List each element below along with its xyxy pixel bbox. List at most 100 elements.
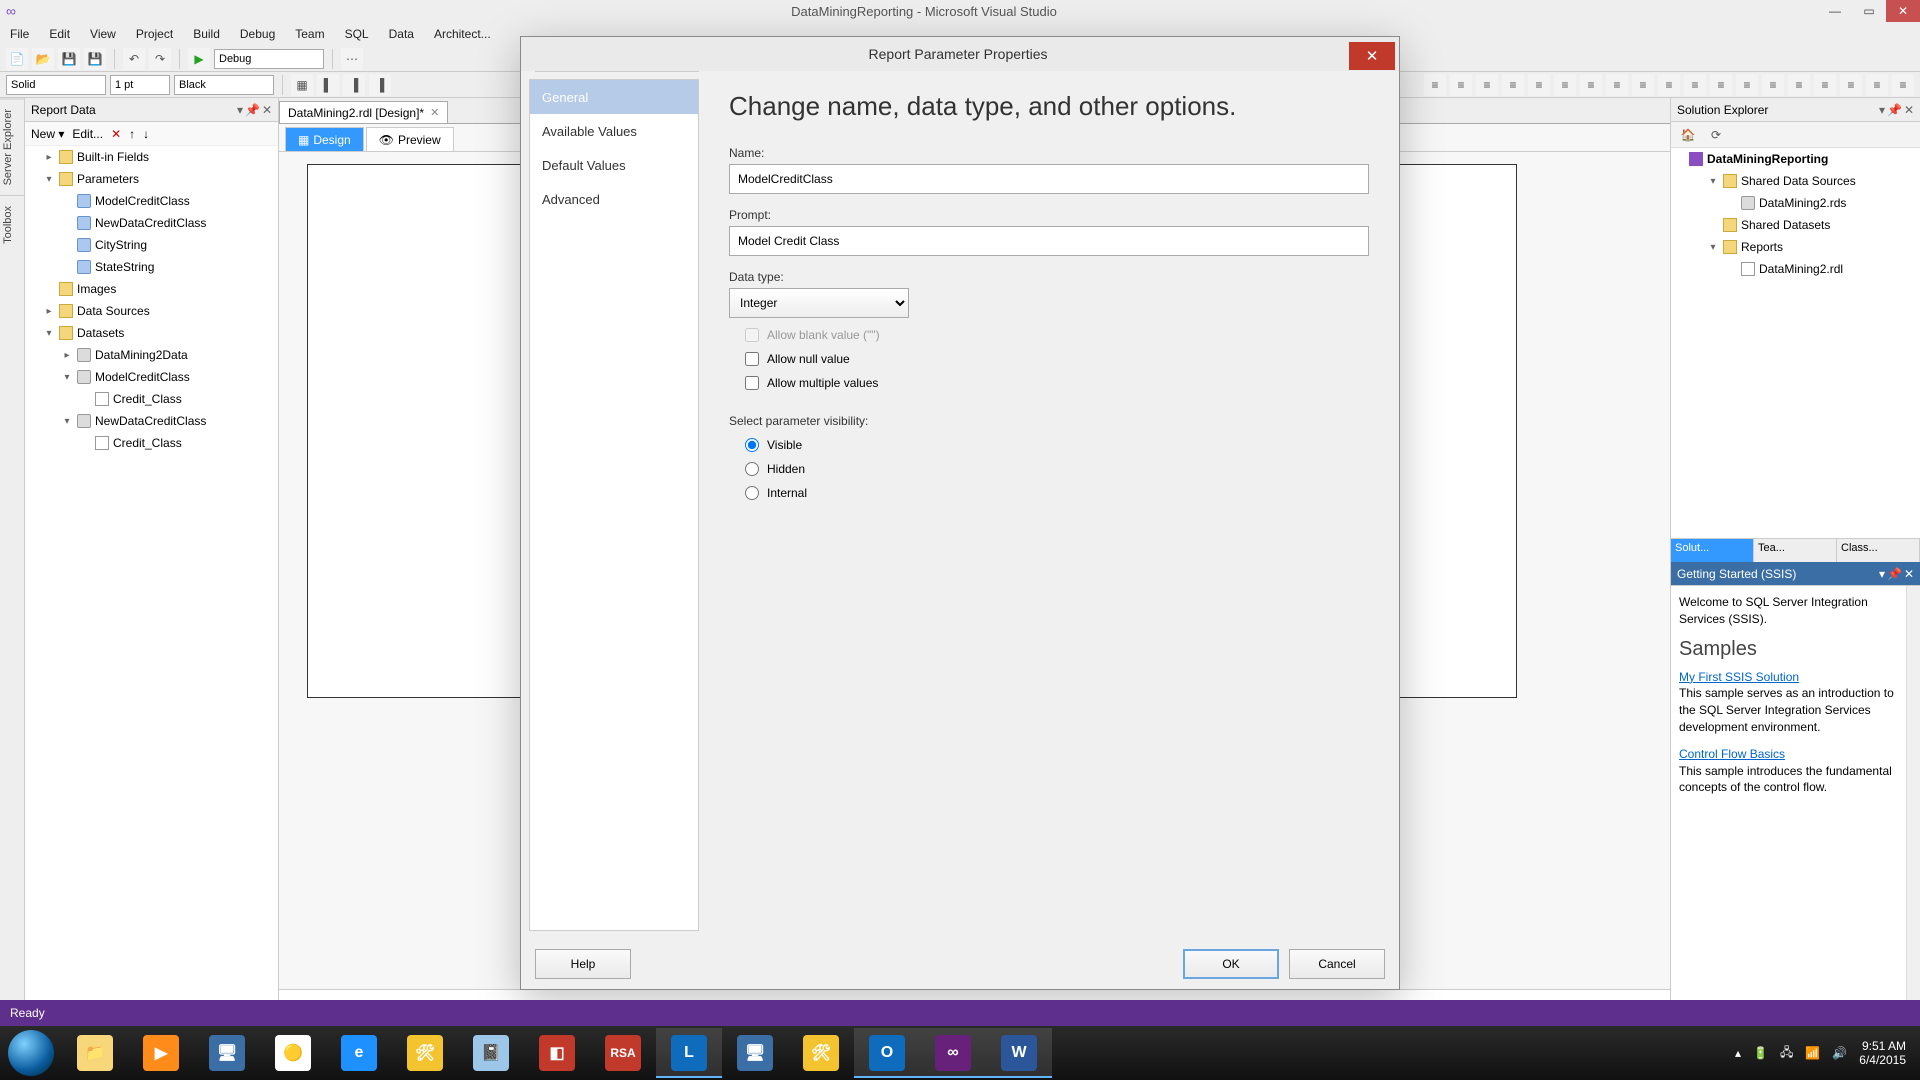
nav-available-values[interactable]: Available Values <box>530 114 698 148</box>
taskbar-media-player[interactable]: ▶ <box>128 1028 194 1078</box>
dataset-datamining2data[interactable]: DataMining2Data <box>25 344 278 366</box>
visibility-internal[interactable]: Internal <box>729 486 1369 500</box>
taskbar-ie[interactable]: e <box>326 1028 392 1078</box>
solution-explorer-header[interactable]: Solution Explorer ▾ 📌 ✕ <box>1671 98 1920 122</box>
taskbar-notepad[interactable]: 📓 <box>458 1028 524 1078</box>
layout-align-icon[interactable]: ≡ <box>1788 74 1810 96</box>
window-minimize-button[interactable]: — <box>1818 0 1852 22</box>
nav-advanced[interactable]: Advanced <box>530 182 698 216</box>
dropdown-icon[interactable]: ▾ <box>237 103 243 117</box>
border-icon[interactable]: ▦ <box>291 74 313 96</box>
menu-architect[interactable]: Architect... <box>424 27 501 41</box>
layout-align-icon[interactable]: ≡ <box>1710 74 1732 96</box>
layout-align-icon[interactable]: ≡ <box>1814 74 1836 96</box>
images-node[interactable]: Images <box>25 278 278 300</box>
new-project-icon[interactable]: 📄 <box>6 48 28 70</box>
solution-home-icon[interactable]: 🏠 <box>1677 124 1699 146</box>
layout-align-icon[interactable]: ≡ <box>1606 74 1628 96</box>
menu-edit[interactable]: Edit <box>39 27 80 41</box>
move-down-icon[interactable]: ↓ <box>143 127 149 141</box>
shared-data-sources-node[interactable]: Shared Data Sources <box>1671 170 1920 192</box>
taskbar-lync[interactable]: L <box>656 1028 722 1078</box>
dataset-newdatacreditclass[interactable]: NewDataCreditClass <box>25 410 278 432</box>
data-sources-node[interactable]: Data Sources <box>25 300 278 322</box>
visibility-hidden[interactable]: Hidden <box>729 462 1369 476</box>
menu-view[interactable]: View <box>80 27 126 41</box>
report-datamining2[interactable]: DataMining2.rdl <box>1671 258 1920 280</box>
move-up-icon[interactable]: ↑ <box>129 127 135 141</box>
allow-multiple-check[interactable]: Allow multiple values <box>729 376 1369 390</box>
edit-button[interactable]: Edit... <box>72 127 103 141</box>
layout-align-icon[interactable]: ≡ <box>1684 74 1706 96</box>
border-style-combo[interactable]: Solid <box>6 75 106 95</box>
delete-icon[interactable]: ✕ <box>111 127 121 141</box>
name-input[interactable] <box>729 164 1369 194</box>
taskbar-explorer[interactable]: 📁 <box>62 1028 128 1078</box>
layout-align-icon[interactable]: ≡ <box>1554 74 1576 96</box>
server-explorer-tab[interactable]: Server Explorer <box>0 98 24 195</box>
align-center-icon[interactable]: ▐ <box>343 74 365 96</box>
dataset-model-credit-class-col[interactable]: Credit_Class <box>25 388 278 410</box>
taskbar-mstsc2[interactable]: 🖥 <box>722 1028 788 1078</box>
design-tab[interactable]: ▦Design <box>285 127 364 151</box>
dataset-modelcreditclass[interactable]: ModelCreditClass <box>25 366 278 388</box>
layout-align-icon[interactable]: ≡ <box>1762 74 1784 96</box>
tray-chevron-icon[interactable]: ▴ <box>1735 1046 1741 1060</box>
layout-align-icon[interactable]: ≡ <box>1840 74 1862 96</box>
allow-null-check[interactable]: Allow null value <box>729 352 1369 366</box>
layout-align-icon[interactable]: ≡ <box>1866 74 1888 96</box>
tray-wifi-icon[interactable]: 📶 <box>1805 1046 1820 1060</box>
layout-align-icon[interactable]: ≡ <box>1476 74 1498 96</box>
layout-align-icon[interactable]: ≡ <box>1892 74 1914 96</box>
toolbar-misc-icon[interactable]: ⋯ <box>341 48 363 70</box>
close-tab-icon[interactable]: ✕ <box>430 106 439 119</box>
border-width-combo[interactable]: 1 pt <box>110 75 170 95</box>
close-icon[interactable]: ✕ <box>262 103 272 117</box>
param-citystring[interactable]: CityString <box>25 234 278 256</box>
dataset-newdata-credit-class-col[interactable]: Credit_Class <box>25 432 278 454</box>
layout-align-icon[interactable]: ≡ <box>1424 74 1446 96</box>
layout-align-icon[interactable]: ≡ <box>1632 74 1654 96</box>
help-button[interactable]: Help <box>535 949 631 979</box>
nav-general[interactable]: General <box>530 80 698 114</box>
menu-file[interactable]: File <box>0 27 39 41</box>
menu-data[interactable]: Data <box>379 27 424 41</box>
taskbar-ssms[interactable]: 🛠 <box>392 1028 458 1078</box>
dialog-close-button[interactable]: ✕ <box>1349 42 1395 70</box>
tray-network-icon[interactable]: 🖧 <box>1780 1043 1793 1064</box>
mini-tab-solution[interactable]: Solut... <box>1671 539 1754 562</box>
reports-node[interactable]: Reports <box>1671 236 1920 258</box>
cancel-button[interactable]: Cancel <box>1289 949 1385 979</box>
pin-icon[interactable]: 📌 <box>245 103 260 117</box>
ok-button[interactable]: OK <box>1183 949 1279 979</box>
dropdown-icon[interactable]: ▾ <box>1879 103 1885 117</box>
redo-icon[interactable]: ↷ <box>149 48 171 70</box>
datatype-select[interactable]: Integer <box>729 288 909 318</box>
pin-icon[interactable]: 📌 <box>1887 103 1902 117</box>
mini-tab-team[interactable]: Tea... <box>1754 539 1837 562</box>
menu-team[interactable]: Team <box>285 27 334 41</box>
taskbar-rsa[interactable]: RSA <box>590 1028 656 1078</box>
close-icon[interactable]: ✕ <box>1904 103 1914 117</box>
prompt-input[interactable] <box>729 226 1369 256</box>
config-combo[interactable]: Debug <box>214 49 324 69</box>
undo-icon[interactable]: ↶ <box>123 48 145 70</box>
gs-link-control-flow[interactable]: Control Flow Basics <box>1679 747 1785 761</box>
taskbar-visual-studio[interactable]: ∞ <box>920 1028 986 1078</box>
border-color-combo[interactable]: Black <box>174 75 274 95</box>
taskbar-outlook[interactable]: O <box>854 1028 920 1078</box>
datasets-node[interactable]: Datasets <box>25 322 278 344</box>
taskbar-mstsc[interactable]: 🖥 <box>194 1028 260 1078</box>
scrollbar[interactable] <box>1906 586 1920 1023</box>
gs-link-first-ssis[interactable]: My First SSIS Solution <box>1679 670 1799 684</box>
visibility-visible[interactable]: Visible <box>729 438 1369 452</box>
taskbar-ssms2[interactable]: 🛠 <box>788 1028 854 1078</box>
layout-align-icon[interactable]: ≡ <box>1736 74 1758 96</box>
new-button[interactable]: New ▾ <box>31 127 64 141</box>
taskbar-redgate[interactable]: ◧ <box>524 1028 590 1078</box>
menu-project[interactable]: Project <box>126 27 183 41</box>
solution-refresh-icon[interactable]: ⟳ <box>1705 124 1727 146</box>
save-icon[interactable]: 💾 <box>58 48 80 70</box>
solution-root[interactable]: DataMiningReporting <box>1671 148 1920 170</box>
report-data-header[interactable]: Report Data ▾ 📌 ✕ <box>25 98 278 122</box>
